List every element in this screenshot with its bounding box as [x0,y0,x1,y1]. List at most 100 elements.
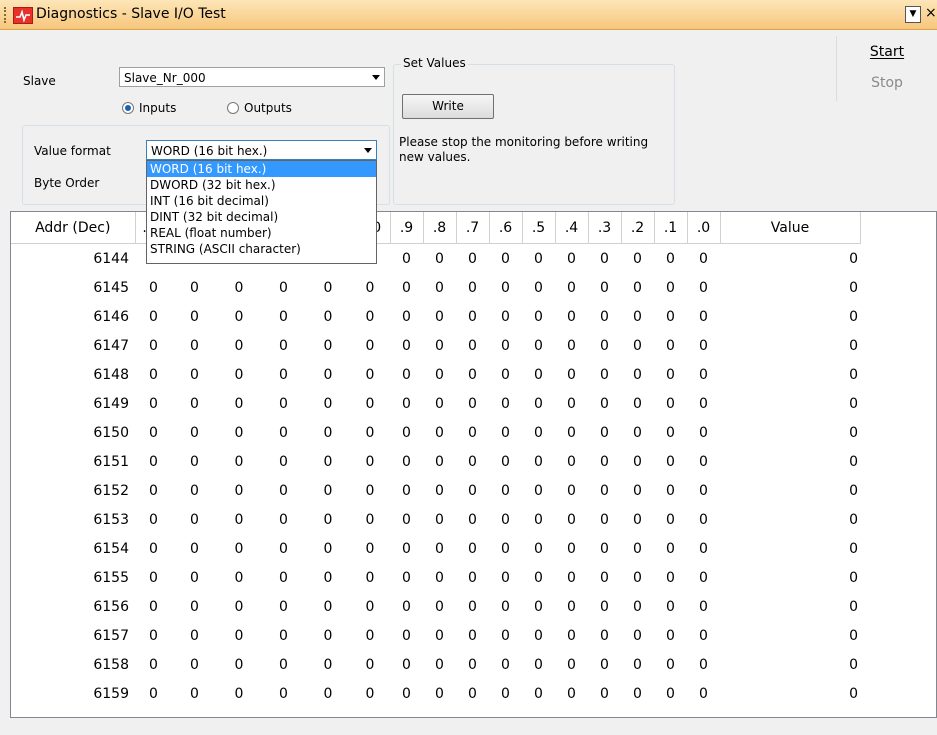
bit-cell[interactable]: 0 [489,592,522,621]
bit-cell[interactable]: 0 [172,331,217,360]
bit-cell[interactable]: 0 [654,244,687,274]
bit-cell[interactable]: 0 [306,650,350,679]
inputs-radio-label[interactable]: Inputs [139,101,176,115]
bit-cell[interactable]: 0 [687,621,720,650]
bit-cell[interactable]: 0 [135,505,172,534]
bit-cell[interactable]: 0 [350,331,390,360]
bit-cell[interactable]: 0 [522,621,555,650]
bit-cell[interactable]: 0 [390,389,423,418]
bit-cell[interactable]: 0 [654,621,687,650]
bit-cell[interactable]: 0 [654,360,687,389]
bit-cell[interactable]: 0 [217,505,261,534]
bit-cell[interactable]: 0 [654,418,687,447]
bit-cell[interactable]: 0 [390,476,423,505]
bit-cell[interactable]: 0 [390,505,423,534]
bit-cell[interactable]: 0 [306,360,350,389]
bit-cell[interactable]: 0 [654,534,687,563]
bit-cell[interactable]: 0 [456,389,489,418]
outputs-radio-label[interactable]: Outputs [244,101,292,115]
bit-cell[interactable]: 0 [588,360,621,389]
bit-cell[interactable]: 0 [588,563,621,592]
bit-cell[interactable]: 0 [217,447,261,476]
bit-cell[interactable]: 0 [555,505,588,534]
bit-cell[interactable]: 0 [687,244,720,274]
bit-cell[interactable]: 0 [489,534,522,563]
column-header-bit[interactable]: .9 [390,212,424,244]
bit-cell[interactable]: 0 [172,650,217,679]
bit-cell[interactable]: 0 [522,302,555,331]
row-value[interactable]: 0 [720,476,860,505]
bit-cell[interactable]: 0 [654,273,687,302]
bit-cell[interactable]: 0 [390,244,423,274]
bit-cell[interactable]: 0 [489,389,522,418]
column-header-bit[interactable]: .2 [621,212,655,244]
slave-select[interactable]: Slave_Nr_000 [119,67,385,87]
bit-cell[interactable]: 0 [555,592,588,621]
bit-cell[interactable]: 0 [489,302,522,331]
bit-cell[interactable]: 0 [350,447,390,476]
bit-cell[interactable]: 0 [555,302,588,331]
row-value[interactable]: 0 [720,273,860,302]
bit-cell[interactable]: 0 [621,679,654,708]
bit-cell[interactable]: 0 [135,447,172,476]
bit-cell[interactable]: 0 [456,592,489,621]
bit-cell[interactable]: 0 [261,302,306,331]
table-row[interactable]: 6152 0 0 0 0 0 0 0 0 0 0 0 0 0 0 0 0 0 [11,476,860,505]
bit-cell[interactable]: 0 [687,505,720,534]
format-option-int[interactable]: INT (16 bit decimal) [147,193,376,209]
bit-cell[interactable]: 0 [135,650,172,679]
bit-cell[interactable]: 0 [261,621,306,650]
bit-cell[interactable]: 0 [621,563,654,592]
row-value[interactable]: 0 [720,563,860,592]
table-row[interactable]: 6151 0 0 0 0 0 0 0 0 0 0 0 0 0 0 0 0 0 [11,447,860,476]
format-option-dword[interactable]: DWORD (32 bit hex.) [147,177,376,193]
row-value[interactable]: 0 [720,447,860,476]
bit-cell[interactable]: 0 [350,621,390,650]
table-row[interactable]: 6159 0 0 0 0 0 0 0 0 0 0 0 0 0 0 0 0 0 [11,679,860,708]
bit-cell[interactable]: 0 [423,563,456,592]
bit-cell[interactable]: 0 [588,418,621,447]
bit-cell[interactable]: 0 [621,505,654,534]
row-value[interactable]: 0 [720,418,860,447]
bit-cell[interactable]: 0 [217,679,261,708]
bit-cell[interactable]: 0 [172,563,217,592]
bit-cell[interactable]: 0 [306,447,350,476]
bit-cell[interactable]: 0 [350,302,390,331]
bit-cell[interactable]: 0 [456,476,489,505]
bit-cell[interactable]: 0 [654,505,687,534]
bit-cell[interactable]: 0 [423,389,456,418]
bit-cell[interactable]: 0 [621,534,654,563]
row-value[interactable]: 0 [720,592,860,621]
bit-cell[interactable]: 0 [423,273,456,302]
inputs-radio[interactable] [122,102,134,114]
bit-cell[interactable]: 0 [555,650,588,679]
bit-cell[interactable]: 0 [489,563,522,592]
bit-cell[interactable]: 0 [217,360,261,389]
bit-cell[interactable]: 0 [687,389,720,418]
column-header-addr[interactable]: Addr (Dec) [11,212,136,244]
bit-cell[interactable]: 0 [306,534,350,563]
bit-cell[interactable]: 0 [390,621,423,650]
format-option-dint[interactable]: DINT (32 bit decimal) [147,209,376,225]
bit-cell[interactable]: 0 [687,418,720,447]
row-value[interactable]: 0 [720,331,860,360]
bit-cell[interactable]: 0 [135,360,172,389]
bit-cell[interactable]: 0 [555,389,588,418]
table-row[interactable]: 6157 0 0 0 0 0 0 0 0 0 0 0 0 0 0 0 0 0 [11,621,860,650]
bit-cell[interactable]: 0 [350,360,390,389]
bit-cell[interactable]: 0 [522,534,555,563]
bit-cell[interactable]: 0 [621,476,654,505]
value-format-select[interactable]: WORD (16 bit hex.) [146,140,377,160]
column-header-bit[interactable]: .5 [522,212,556,244]
table-row[interactable]: 6147 0 0 0 0 0 0 0 0 0 0 0 0 0 0 0 0 0 [11,331,860,360]
bit-cell[interactable]: 0 [350,563,390,592]
bit-cell[interactable]: 0 [654,302,687,331]
bit-cell[interactable]: 0 [456,563,489,592]
bit-cell[interactable]: 0 [217,418,261,447]
row-value[interactable]: 0 [720,302,860,331]
close-icon[interactable]: × [925,5,937,21]
bit-cell[interactable]: 0 [489,650,522,679]
bit-cell[interactable]: 0 [588,621,621,650]
bit-cell[interactable]: 0 [172,505,217,534]
bit-cell[interactable]: 0 [456,418,489,447]
